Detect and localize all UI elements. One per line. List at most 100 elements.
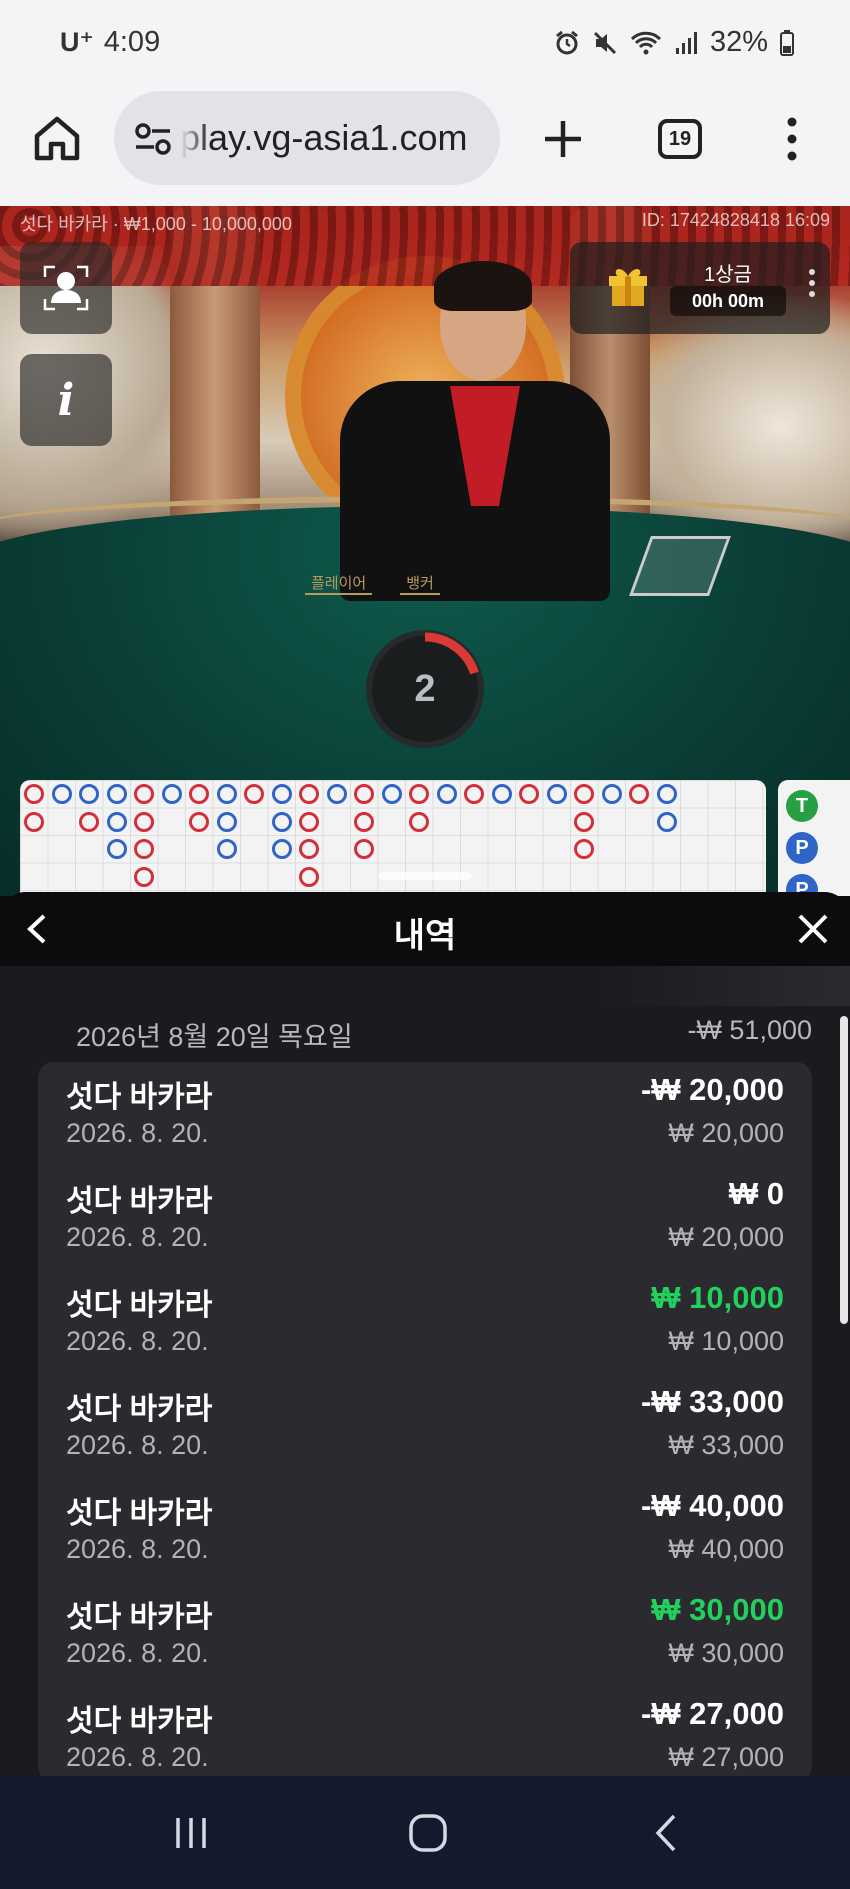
banker-marker xyxy=(134,811,154,832)
history-row-game: 섯다 바카라 xyxy=(66,1497,213,1530)
history-row[interactable]: 섯다 바카라 2026. 8. 20. ₩ 0 ₩ 20,000 xyxy=(38,1166,812,1270)
status-left: U⁺ 4:09 xyxy=(60,26,160,59)
bonus-panel[interactable]: 1상금 00h 00m xyxy=(570,242,830,334)
history-row-bet: ₩ 20,000 xyxy=(668,1118,784,1148)
history-row-game: 섯다 바카라 xyxy=(66,1081,213,1114)
tab-switcher-button[interactable]: 19 xyxy=(658,119,702,159)
history-row-game: 섯다 바카라 xyxy=(66,1393,213,1426)
banker-marker xyxy=(409,811,429,832)
history-row[interactable]: 섯다 바카라 2026. 8. 20. -₩ 40,000 ₩ 40,000 xyxy=(38,1478,812,1582)
banker-marker xyxy=(244,784,264,804)
history-scrollbar[interactable] xyxy=(840,1016,848,1324)
banker-marker xyxy=(299,866,319,887)
history-row[interactable]: 섯다 바카라 2026. 8. 20. ₩ 30,000 ₩ 30,000 xyxy=(38,1582,812,1686)
history-row-result: -₩ 33,000 xyxy=(640,1384,784,1419)
statistics-panel[interactable]: TPP xyxy=(778,780,850,896)
banker-marker xyxy=(519,784,539,804)
user-icon xyxy=(43,265,89,311)
history-row-result: ₩ 0 xyxy=(728,1176,784,1211)
banker-marker xyxy=(299,839,319,859)
history-row[interactable]: 섯다 바카라 2026. 8. 20. -₩ 20,000 ₩ 20,000 xyxy=(38,1062,812,1166)
banker-marker xyxy=(189,811,209,832)
wifi-icon xyxy=(630,31,662,54)
player-marker xyxy=(656,784,677,804)
bonus-menu-icon[interactable] xyxy=(808,268,816,298)
history-row-result: -₩ 20,000 xyxy=(640,1072,784,1107)
history-title: 내역 xyxy=(393,917,457,955)
history-row-bet: ₩ 40,000 xyxy=(668,1534,784,1564)
players-button[interactable] xyxy=(20,242,112,334)
player-marker xyxy=(271,784,292,804)
site-settings-icon[interactable] xyxy=(134,123,172,155)
banker-marker xyxy=(574,811,594,832)
history-row[interactable]: 섯다 바카라 2026. 8. 20. -₩ 33,000 ₩ 33,000 xyxy=(38,1374,812,1478)
history-row-game: 섯다 바카라 xyxy=(66,1185,213,1218)
history-row-bet: ₩ 10,000 xyxy=(668,1326,784,1356)
history-row[interactable]: 섯다 바카라 2026. 8. 20. ₩ 10,000 ₩ 10,000 xyxy=(38,1270,812,1374)
history-row[interactable]: 섯다 바카라 2026. 8. 20. -₩ 27,000 ₩ 27,000 xyxy=(38,1686,812,1776)
banker-marker xyxy=(24,784,44,804)
banker-marker xyxy=(464,784,484,804)
new-tab-icon[interactable] xyxy=(540,116,586,162)
history-list[interactable]: 섯다 바카라 2026. 8. 20. -₩ 20,000 ₩ 20,000 섯다 바카… xyxy=(38,1062,812,1776)
browser-toolbar: play.vg-asia1.com 19 xyxy=(0,86,850,206)
player-marker xyxy=(271,839,292,859)
history-header: 내역 xyxy=(0,892,850,966)
countdown-ring xyxy=(368,632,482,746)
history-row-date: 2026. 8. 20. xyxy=(66,1430,209,1460)
player-marker xyxy=(79,784,99,804)
more-options-icon[interactable] xyxy=(780,116,804,162)
bonus-label: 1상금 xyxy=(704,264,752,286)
banker-marker xyxy=(299,811,319,832)
android-nav-bar xyxy=(0,1776,850,1889)
back-nav-icon[interactable] xyxy=(644,1810,690,1856)
banker-marker xyxy=(79,811,99,832)
battery-icon xyxy=(780,29,794,56)
player-marker xyxy=(161,784,182,804)
history-row-game: 섯다 바카라 xyxy=(66,1705,213,1738)
sheet-drag-handle[interactable] xyxy=(378,872,472,880)
player-marker xyxy=(656,811,677,832)
player-marker xyxy=(216,839,237,859)
info-button[interactable]: i xyxy=(20,354,112,446)
address-bar[interactable]: play.vg-asia1.com xyxy=(114,91,500,185)
player-marker xyxy=(216,784,237,804)
clock: 4:09 xyxy=(103,26,161,58)
felt-player-label: 플레이어 xyxy=(305,572,373,595)
signal-icon xyxy=(675,31,697,54)
history-row-date: 2026. 8. 20. xyxy=(66,1534,209,1564)
banker-marker xyxy=(409,784,429,804)
table-limits: 섯다 바카라 · ₩1,000 - 10,000,000 xyxy=(20,214,292,234)
carrier-label: U⁺ xyxy=(60,27,94,57)
home-nav-icon[interactable] xyxy=(405,1810,451,1856)
banker-marker xyxy=(354,811,374,832)
history-row-bet: ₩ 27,000 xyxy=(668,1742,784,1772)
banker-marker xyxy=(134,866,154,887)
player-marker xyxy=(216,811,237,832)
player-marker xyxy=(106,839,127,859)
home-icon[interactable] xyxy=(32,114,82,164)
player-marker xyxy=(491,784,512,804)
history-row-date: 2026. 8. 20. xyxy=(66,1638,209,1668)
history-row-bet: ₩ 20,000 xyxy=(668,1222,784,1252)
player-marker xyxy=(436,784,457,804)
status-bar: U⁺ 4:09 32% xyxy=(0,0,850,86)
close-icon[interactable] xyxy=(796,912,830,946)
banker-marker xyxy=(134,784,154,804)
player-marker xyxy=(546,784,567,804)
betting-countdown: 2 xyxy=(366,630,484,748)
battery-percent: 32% xyxy=(709,26,768,58)
player-marker xyxy=(326,784,347,804)
banker-marker xyxy=(354,784,374,804)
gift-icon xyxy=(609,269,647,306)
dealer-hair xyxy=(434,261,532,311)
player-marker xyxy=(601,784,622,804)
banker-marker xyxy=(189,784,209,804)
header-shadow xyxy=(0,966,850,1006)
history-sheet: 내역 2026년 8월 20일 목요일 -₩ 51,000 섯다 바카라 2026… xyxy=(0,892,850,1776)
bonus-timer: 00h 00m xyxy=(670,286,786,316)
history-row-date: 2026. 8. 20. xyxy=(66,1118,209,1148)
banker-marker xyxy=(574,784,594,804)
recent-apps-icon[interactable] xyxy=(168,1810,214,1856)
stat-ball: T xyxy=(786,790,818,822)
